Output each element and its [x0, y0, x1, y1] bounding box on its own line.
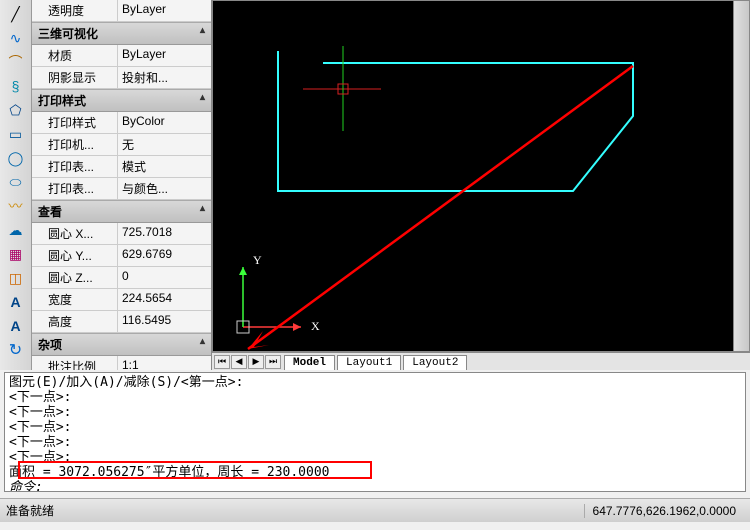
prop-val[interactable]: ByLayer: [118, 0, 211, 21]
properties-panel: 透明度 ByLayer 三维可视化▴ 材质ByLayer 阴影显示投射和... …: [32, 0, 212, 370]
prop-row-printer[interactable]: 打印机...无: [32, 134, 211, 156]
tool-arc-icon[interactable]: ⌒: [3, 51, 29, 73]
prop-key: 透明度: [32, 0, 118, 21]
prop-row-width[interactable]: 宽度224.5654: [32, 289, 211, 311]
cmd-line: <下一点>:: [9, 420, 741, 435]
collapse-icon[interactable]: ▴: [200, 25, 205, 36]
cmd-result-line: 面积 = 3072.056275″平方单位，周长 = 230.0000: [9, 465, 741, 480]
tab-nav-next[interactable]: ▶: [248, 355, 264, 369]
cmd-prompt[interactable]: 命令:: [9, 480, 741, 492]
section-misc[interactable]: 杂项▴: [32, 333, 211, 356]
tool-region-icon[interactable]: ◫: [3, 267, 29, 289]
prop-row-ptable2[interactable]: 打印表...与颜色...: [32, 178, 211, 200]
prop-row-center-z[interactable]: 圆心 Z...0: [32, 267, 211, 289]
layout-tabs-bar: ⏮ ◀ ▶ ⏭ Model Layout1 Layout2: [212, 352, 750, 370]
cmd-line: <下一点>:: [9, 405, 741, 420]
section-3d-visual[interactable]: 三维可视化▴: [32, 22, 211, 45]
status-coordinates: 647.7776,626.1962,0.0000: [584, 504, 744, 518]
prop-row-ptable1[interactable]: 打印表...模式: [32, 156, 211, 178]
tool-spline-icon[interactable]: §: [3, 75, 29, 97]
tool-hatch-icon[interactable]: ▦: [3, 243, 29, 265]
vertical-toolbar: ╱ ∿ ⌒ § ⬠ ▭ ◯ ⬭ 〰 ☁ ▦ ◫ A A ↻: [0, 0, 32, 370]
prop-row-center-x[interactable]: 圆心 X...725.7018: [32, 223, 211, 245]
collapse-icon[interactable]: ▴: [200, 203, 205, 214]
annotation-arrow: [223, 61, 653, 352]
tool-polyline-icon[interactable]: ∿: [3, 27, 29, 49]
tab-model[interactable]: Model: [284, 355, 335, 370]
cmd-line: <下一点>:: [9, 390, 741, 405]
tab-layout1[interactable]: Layout1: [337, 355, 401, 370]
cmd-line: 图元(E)/加入(A)/减除(S)/<第一点>:: [9, 375, 741, 390]
section-print-style[interactable]: 打印样式▴: [32, 89, 211, 112]
collapse-icon[interactable]: ▴: [200, 92, 205, 103]
command-panel[interactable]: 图元(E)/加入(A)/减除(S)/<第一点>: <下一点>: <下一点>: <…: [4, 372, 746, 492]
tool-rect-icon[interactable]: ▭: [3, 123, 29, 145]
prop-row-anno[interactable]: 批注比例1:1: [32, 356, 211, 370]
prop-row-pstyle[interactable]: 打印样式ByColor: [32, 112, 211, 134]
section-view[interactable]: 查看▴: [32, 200, 211, 223]
prop-row-center-y[interactable]: 圆心 Y...629.6769: [32, 245, 211, 267]
tab-nav-first[interactable]: ⏮: [214, 355, 230, 369]
tool-mtext-icon[interactable]: A: [3, 315, 29, 337]
tool-sync-icon[interactable]: ↻: [3, 339, 29, 361]
prop-row-material[interactable]: 材质ByLayer: [32, 45, 211, 67]
prop-row-height[interactable]: 高度116.5495: [32, 311, 211, 333]
tool-curve-icon[interactable]: 〰: [3, 195, 29, 217]
drawing-area[interactable]: X Y: [212, 0, 750, 352]
status-bar: 准备就绪 647.7776,626.1962,0.0000: [0, 498, 750, 522]
tool-cloud-icon[interactable]: ☁: [3, 219, 29, 241]
cmd-line: <下一点>:: [9, 450, 741, 465]
status-ready: 准备就绪: [6, 502, 54, 519]
tab-nav-last[interactable]: ⏭: [265, 355, 281, 369]
tool-line-icon[interactable]: ╱: [3, 3, 29, 25]
cmd-line: <下一点>:: [9, 435, 741, 450]
prop-row-shadow[interactable]: 阴影显示投射和...: [32, 67, 211, 89]
collapse-icon[interactable]: ▴: [200, 336, 205, 347]
tab-layout2[interactable]: Layout2: [403, 355, 467, 370]
tool-circle-icon[interactable]: ◯: [3, 147, 29, 169]
tool-text-icon[interactable]: A: [3, 291, 29, 313]
vertical-scrollbar[interactable]: [733, 1, 749, 351]
tool-polygon-icon[interactable]: ⬠: [3, 99, 29, 121]
tab-nav-prev[interactable]: ◀: [231, 355, 247, 369]
prop-row-transparency[interactable]: 透明度 ByLayer: [32, 0, 211, 22]
tool-ellipse-icon[interactable]: ⬭: [3, 171, 29, 193]
